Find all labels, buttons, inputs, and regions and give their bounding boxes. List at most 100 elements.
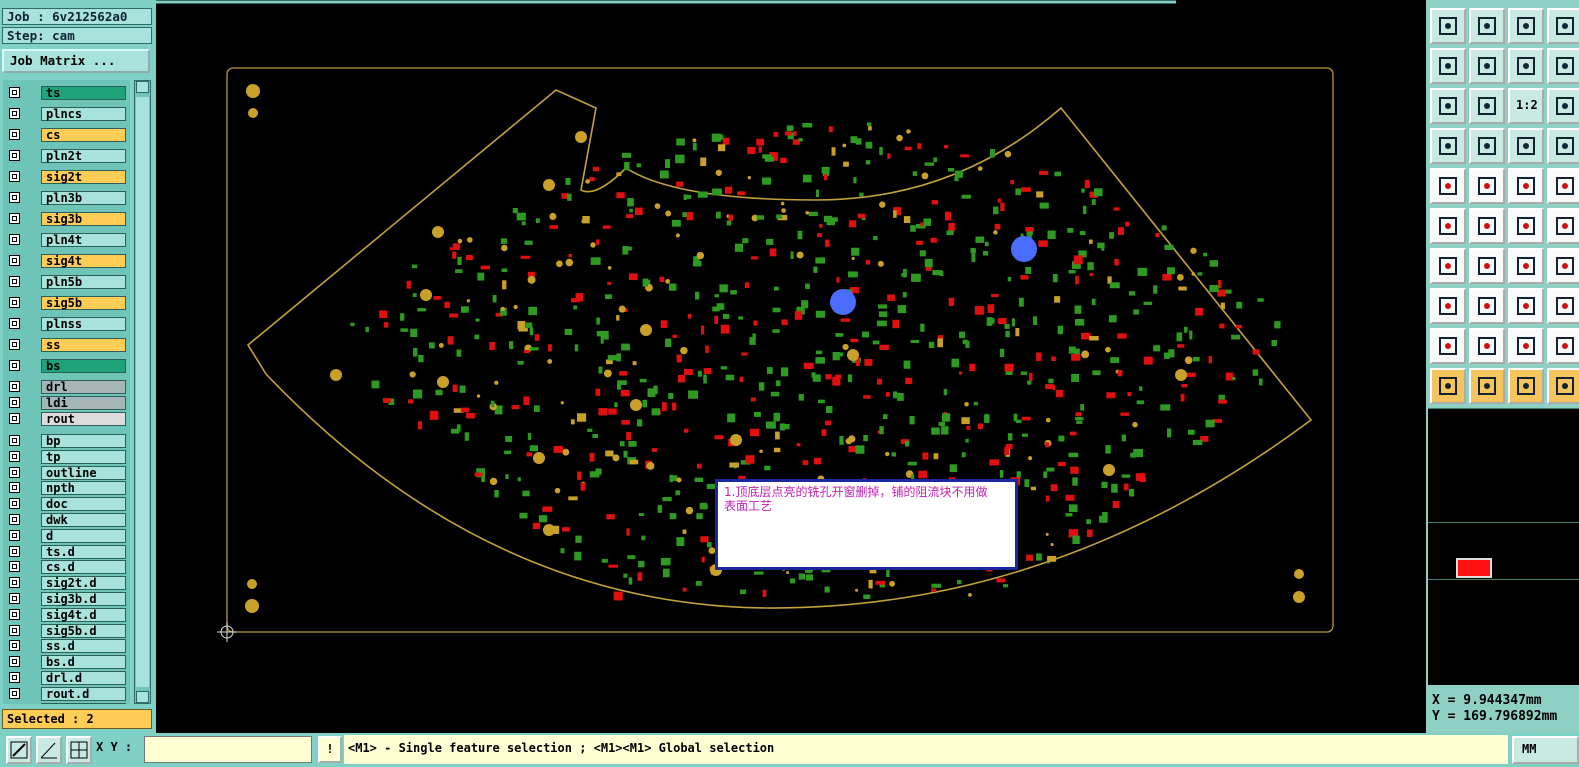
layer-checkbox[interactable] <box>9 640 20 652</box>
step-back-icon[interactable] <box>1430 48 1466 84</box>
layer-row[interactable]: bs.d <box>5 702 126 704</box>
layer-row[interactable]: doc <box>5 496 126 512</box>
layer-checkbox[interactable] <box>9 171 20 182</box>
layer-checkbox[interactable] <box>9 450 20 462</box>
arc-icon[interactable] <box>1508 248 1544 284</box>
layer-checkbox[interactable] <box>9 234 20 245</box>
layer-checkbox[interactable] <box>9 624 20 636</box>
layer-checkbox[interactable] <box>9 514 20 525</box>
layer-row[interactable]: drl.d <box>5 670 126 686</box>
dimension-icon[interactable] <box>1469 288 1505 324</box>
layer-row[interactable]: sig2t <box>5 169 126 185</box>
layer-checkbox[interactable] <box>9 192 20 203</box>
layer-scrollbar[interactable] <box>134 80 151 704</box>
cut-icon[interactable] <box>1547 248 1579 284</box>
undo-icon[interactable] <box>1508 48 1544 84</box>
zoom-fit-icon[interactable] <box>1430 88 1466 124</box>
add-pad-icon[interactable] <box>1430 168 1466 204</box>
layer-row[interactable]: sig5b.d <box>5 623 126 639</box>
pan-icon[interactable] <box>1547 88 1579 124</box>
select-box-icon[interactable] <box>1547 168 1579 204</box>
save-icon[interactable] <box>1469 8 1505 44</box>
layer-name[interactable]: sig2t <box>41 170 126 184</box>
zoom-extents-icon[interactable] <box>1547 8 1579 44</box>
layer-checkbox[interactable] <box>9 129 20 140</box>
layer-checkbox[interactable] <box>9 381 20 392</box>
measure-angle-icon[interactable] <box>36 736 62 764</box>
layer-name[interactable]: d <box>41 528 126 543</box>
layer-name[interactable]: outline <box>41 465 126 480</box>
scroll-down-icon[interactable] <box>136 691 149 703</box>
layer-row[interactable]: pln3b <box>5 190 126 206</box>
layer-name[interactable]: sig4t.d <box>41 607 126 622</box>
layer-name[interactable]: sig2t.d <box>41 576 126 591</box>
layer-name[interactable]: npth <box>41 481 126 496</box>
layer-row[interactable]: rout.d <box>5 686 126 702</box>
layer-row[interactable]: d <box>5 528 126 544</box>
arrow-triangle-icon[interactable] <box>1547 328 1579 364</box>
layer-checkbox[interactable] <box>9 413 20 424</box>
layer-name[interactable]: ss <box>41 338 126 352</box>
layer-row[interactable]: sig2t.d <box>5 575 126 591</box>
layer-row[interactable]: ss <box>5 337 126 353</box>
snap-alt-icon[interactable] <box>1547 128 1579 164</box>
step-forward-icon[interactable] <box>1469 48 1505 84</box>
layer-row[interactable]: ldi <box>5 395 126 411</box>
layer-name[interactable]: sig5b.d <box>41 623 126 638</box>
scroll-thumb[interactable] <box>136 97 149 687</box>
drag-icon[interactable] <box>1547 208 1579 244</box>
add-shape-icon[interactable] <box>1469 168 1505 204</box>
layer-name[interactable]: ts.d <box>41 544 126 559</box>
zoom-window-icon[interactable] <box>6 736 32 764</box>
ruler-icon[interactable] <box>1508 168 1544 204</box>
layer-row[interactable]: tp <box>5 449 126 465</box>
layer-checkbox[interactable] <box>9 608 20 620</box>
pad-to-pad-icon[interactable] <box>1430 288 1466 324</box>
layer-name[interactable]: drl <box>41 380 126 394</box>
layer-checkbox[interactable] <box>9 397 20 408</box>
layer-name[interactable]: sig3b <box>41 212 126 226</box>
layer-checkbox[interactable] <box>9 108 20 119</box>
layer-name[interactable]: cs <box>41 128 126 142</box>
layer-name[interactable]: drl.d <box>41 671 126 685</box>
layer-row[interactable]: bs.d <box>5 654 126 670</box>
pointer-node-icon[interactable] <box>1547 368 1579 404</box>
pointer-icon[interactable] <box>1430 368 1466 404</box>
layer-name[interactable]: plncs <box>41 107 126 121</box>
layer-checkbox[interactable] <box>9 339 20 350</box>
layer-row[interactable]: rout <box>5 411 126 427</box>
layer-row[interactable]: sig5b <box>5 295 126 311</box>
layer-checkbox[interactable] <box>9 213 20 224</box>
layer-name[interactable]: pln3b <box>41 191 126 205</box>
layer-checkbox[interactable] <box>9 87 20 98</box>
layer-row[interactable]: pln5b <box>5 274 126 290</box>
layer-checkbox[interactable] <box>9 672 20 683</box>
move-icon[interactable] <box>1508 208 1544 244</box>
layer-checkbox[interactable] <box>9 482 20 494</box>
layer-checkbox[interactable] <box>9 255 20 266</box>
home-icon[interactable] <box>1508 8 1544 44</box>
layer-name[interactable]: ss.d <box>41 639 126 654</box>
layer-name[interactable]: pln5b <box>41 275 126 289</box>
warning-icon[interactable]: ! <box>318 736 342 763</box>
grid-toggle-icon[interactable] <box>66 736 92 764</box>
layer-name[interactable]: bs <box>41 359 126 373</box>
angle-icon[interactable] <box>1430 328 1466 364</box>
layer-row[interactable]: cs.d <box>5 559 126 575</box>
layer-row[interactable]: cs <box>5 127 126 143</box>
layer-checkbox[interactable] <box>9 656 20 668</box>
job-matrix-button[interactable]: Job Matrix ... <box>2 49 150 73</box>
layer-checkbox[interactable] <box>9 150 20 161</box>
panel-icon[interactable] <box>1547 48 1579 84</box>
layer-name[interactable]: tp <box>41 449 126 464</box>
layer-checkbox[interactable] <box>9 466 20 478</box>
layer-name[interactable]: bs.d <box>41 655 126 670</box>
layer-checkbox[interactable] <box>9 529 20 541</box>
layer-name[interactable]: plnss <box>41 317 126 331</box>
layer-checkbox[interactable] <box>9 435 20 446</box>
layer-name[interactable]: cs.d <box>41 560 126 575</box>
units-button[interactable]: MM <box>1512 736 1579 764</box>
layer-row[interactable]: bs <box>5 358 126 374</box>
layer-row[interactable]: ss.d <box>5 638 126 654</box>
triangle-icon[interactable] <box>1469 328 1505 364</box>
